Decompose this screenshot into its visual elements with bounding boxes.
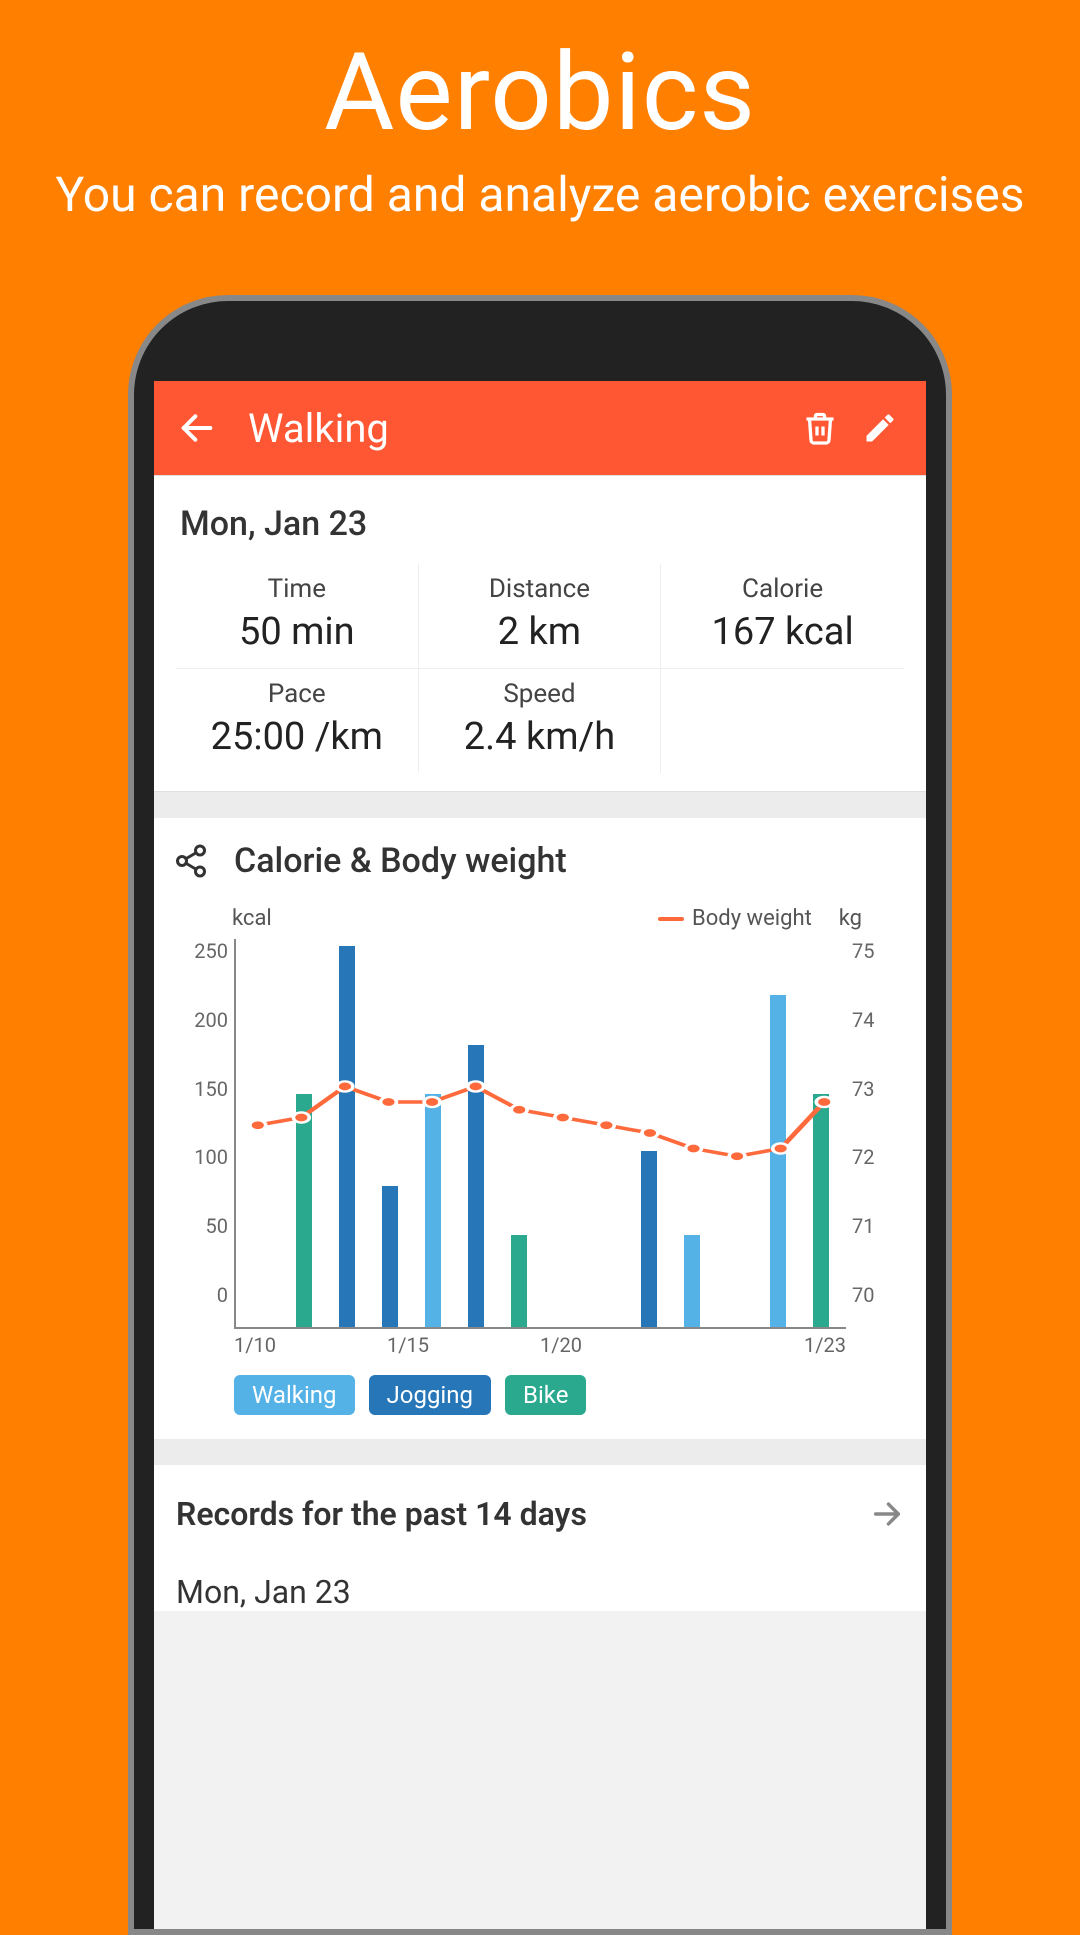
day-column (715, 939, 756, 1327)
line-legend: Body weight kg (658, 906, 862, 931)
chart: kcal Body weight kg 250200150100500 7574 (170, 906, 910, 1415)
arrow-right-icon (870, 1497, 904, 1531)
stat-label: Pace (176, 679, 418, 709)
line-legend-label: Body weight (692, 906, 812, 931)
right-axis-unit: kg (839, 906, 862, 931)
stats-row-2: Pace 25:00 /km Speed 2.4 km/h (176, 668, 904, 773)
chip-walking[interactable]: Walking (234, 1375, 355, 1415)
stats-row-1: Time 50 min Distance 2 km Calorie 167 kc… (176, 564, 904, 668)
bar-jogging (382, 1186, 398, 1327)
stat-time: Time 50 min (176, 564, 419, 668)
bar-jogging (641, 1151, 657, 1327)
chart-section: Calorie & Body weight kcal Body weight k… (154, 818, 926, 1439)
summary-date: Mon, Jan 23 (180, 504, 900, 544)
legend-dash-icon (658, 917, 684, 921)
app-bar: Walking (154, 381, 926, 475)
share-icon (173, 843, 209, 879)
day-column (283, 939, 324, 1327)
day-column (240, 939, 281, 1327)
chart-title: Calorie & Body weight (234, 841, 567, 881)
day-column (542, 939, 583, 1327)
day-column (671, 939, 712, 1327)
left-axis-unit: kcal (232, 906, 272, 931)
page-title: Walking (248, 405, 790, 452)
records-header[interactable]: Records for the past 14 days (154, 1465, 926, 1555)
back-button[interactable] (170, 408, 224, 448)
plot-area (234, 939, 846, 1329)
bar-walking (770, 995, 786, 1327)
day-column (758, 939, 799, 1327)
edit-button[interactable] (850, 410, 910, 446)
legend-chips: Walking Jogging Bike (234, 1375, 902, 1415)
stat-pace: Pace 25:00 /km (176, 668, 419, 773)
delete-button[interactable] (790, 410, 850, 446)
chip-bike[interactable]: Bike (505, 1375, 586, 1415)
stat-value: 2 km (419, 610, 661, 654)
day-column (585, 939, 626, 1327)
phone-frame: Walking Mon, Jan 23 Time 50 min Distance… (128, 295, 952, 1935)
day-column (456, 939, 497, 1327)
share-button[interactable] (170, 840, 212, 882)
stat-empty (661, 668, 904, 773)
bar-bike (511, 1235, 527, 1327)
summary-card: Mon, Jan 23 Time 50 min Distance 2 km Ca… (154, 475, 926, 792)
stat-value: 50 min (176, 610, 418, 654)
stat-label: Calorie (661, 574, 904, 604)
stat-value: 167 kcal (661, 610, 904, 654)
stat-calorie: Calorie 167 kcal (661, 564, 904, 668)
promo-subtitle: You can record and analyze aerobic exerc… (40, 164, 1040, 226)
y-axis-left: 250200150100500 (178, 939, 234, 1329)
day-column (628, 939, 669, 1327)
bar-bike (813, 1094, 829, 1327)
chip-jogging[interactable]: Jogging (369, 1375, 491, 1415)
section-divider (154, 1439, 926, 1465)
records-title: Records for the past 14 days (176, 1495, 587, 1533)
arrow-left-icon (177, 408, 217, 448)
promo-title: Aerobics (40, 30, 1040, 156)
bars-container (236, 939, 846, 1327)
stat-speed: Speed 2.4 km/h (419, 668, 662, 773)
bar-walking (425, 1094, 441, 1327)
stat-label: Time (176, 574, 418, 604)
day-column (326, 939, 367, 1327)
pencil-icon (862, 410, 898, 446)
day-column (369, 939, 410, 1327)
day-column (499, 939, 540, 1327)
bar-walking (684, 1235, 700, 1327)
trash-icon (802, 410, 838, 446)
stat-label: Speed (419, 679, 661, 709)
section-divider (154, 792, 926, 818)
stat-value: 25:00 /km (176, 715, 418, 759)
stat-distance: Distance 2 km (419, 564, 662, 668)
stat-label: Distance (419, 574, 661, 604)
bar-jogging (468, 1045, 484, 1327)
y-axis-right: 757473727170 (846, 939, 902, 1329)
stat-value: 2.4 km/h (419, 715, 661, 759)
bar-jogging (339, 946, 355, 1327)
bar-bike (296, 1094, 312, 1327)
promo-header: Aerobics You can record and analyze aero… (0, 0, 1080, 226)
app-screen: Walking Mon, Jan 23 Time 50 min Distance… (154, 381, 926, 1929)
records-sub-date: Mon, Jan 23 (154, 1555, 926, 1611)
day-column (801, 939, 842, 1327)
day-column (413, 939, 454, 1327)
x-axis-labels: 1/101/151/201/23 (234, 1333, 846, 1357)
